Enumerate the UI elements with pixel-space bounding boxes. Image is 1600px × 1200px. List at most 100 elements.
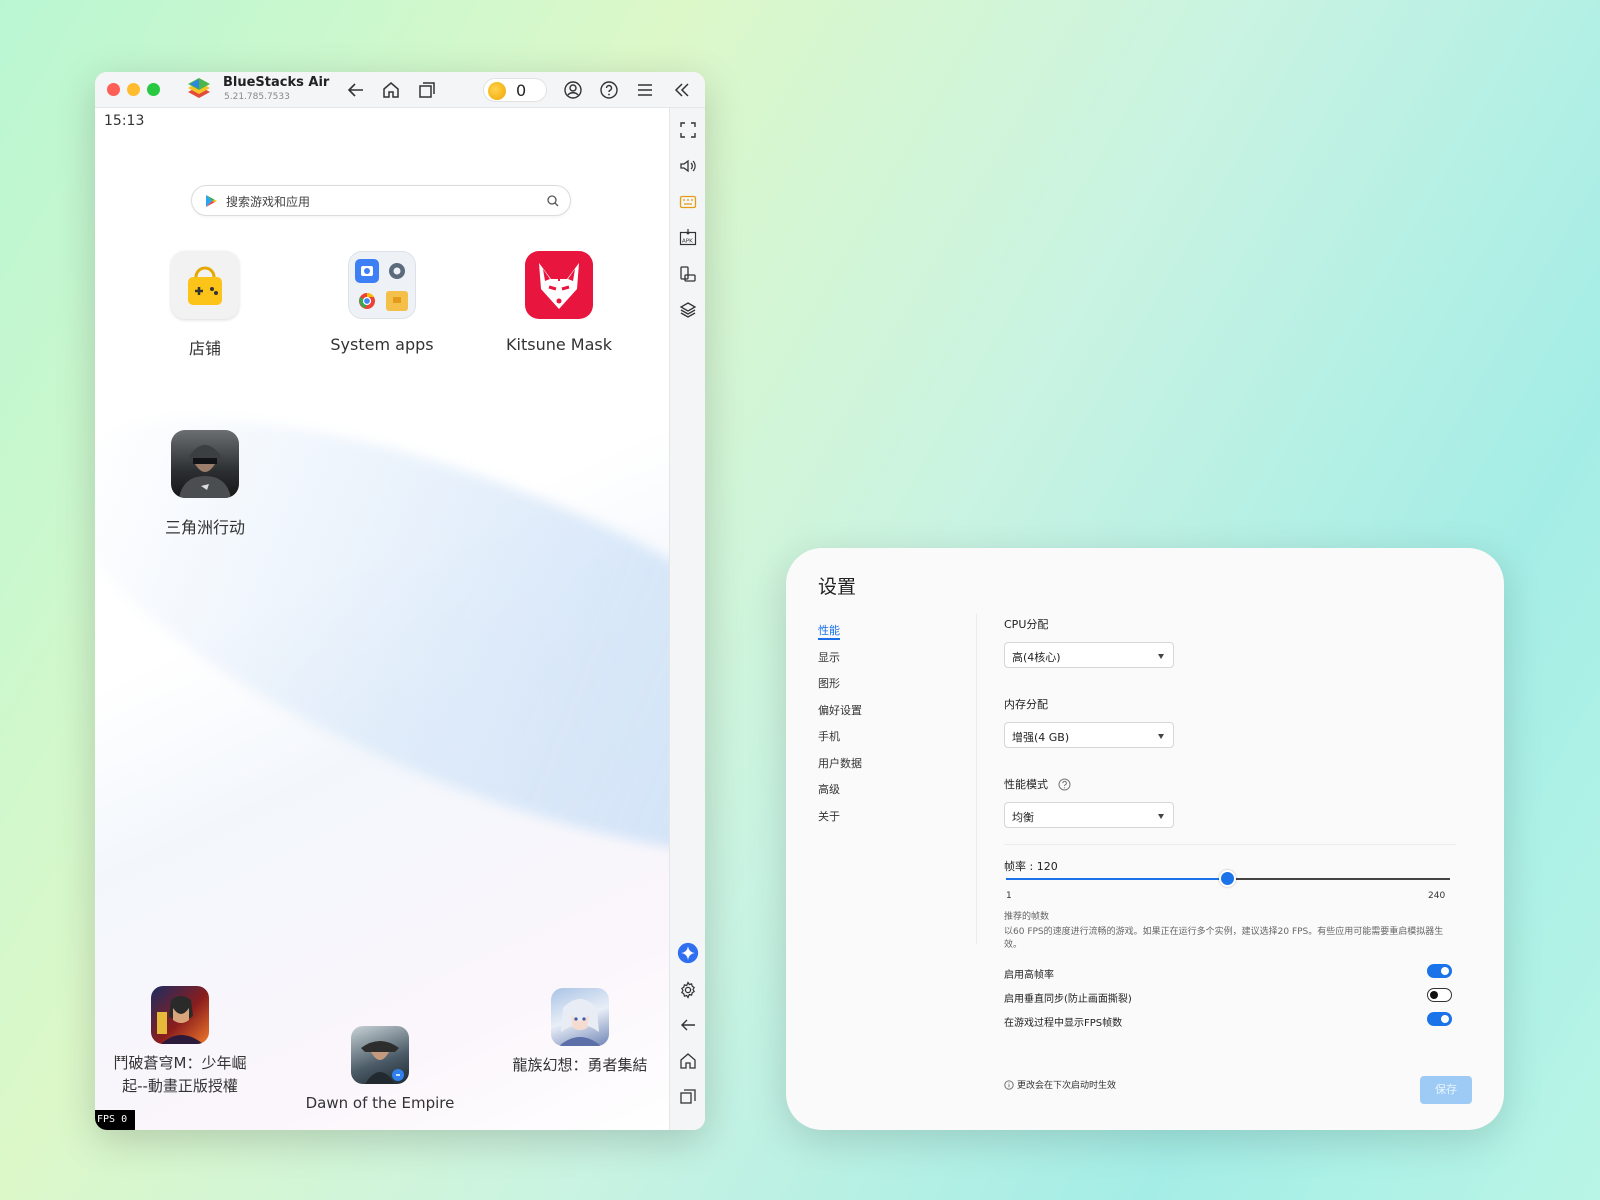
settings-nav: 性能 显示 图形 偏好设置 手机 用户数据 高级 关于: [818, 622, 862, 834]
framerate-label: 帧率 : 120: [1004, 860, 1058, 873]
account-icon[interactable]: [562, 79, 584, 101]
coin-count: 0: [516, 81, 527, 100]
app-delta-force[interactable]: 三角洲行动: [125, 430, 285, 538]
minimize-window-button[interactable]: [127, 83, 140, 96]
nav-preferences[interactable]: 偏好设置: [818, 702, 862, 729]
high-framerate-switch[interactable]: [1427, 964, 1452, 978]
rotate-device-icon[interactable]: [677, 263, 699, 285]
recommended-text: 以60 FPS的速度进行流畅的游戏。如果正在运行多个实例，建议选择20 FPS。…: [1004, 927, 1444, 950]
search-icon[interactable]: [546, 194, 560, 208]
vsync-switch[interactable]: [1427, 988, 1452, 1002]
svg-text:APK: APK: [682, 239, 693, 245]
slider-min-label: 1: [1006, 891, 1012, 901]
app-label: System apps: [330, 335, 434, 354]
toggle-label: 启用垂直同步(防止画面撕裂): [1004, 994, 1132, 1005]
search-bar[interactable]: 搜索游戏和应用: [191, 185, 571, 216]
bluestacks-window: BlueStacks Air 5.21.785.7533 0 15:13 搜索游…: [95, 72, 705, 1130]
hot-game-dawn-of-the-empire[interactable]: Dawn of the Empire: [300, 1026, 460, 1115]
recent-apps-icon[interactable]: [416, 79, 438, 101]
chevron-down-icon: [1158, 734, 1164, 739]
back-icon[interactable]: [677, 1014, 699, 1036]
app-label: 店铺: [188, 339, 221, 358]
info-icon: [1004, 1080, 1014, 1090]
app-version: 5.21.785.7533: [224, 92, 290, 102]
show-fps-switch[interactable]: [1427, 1012, 1452, 1026]
settings-gear-icon[interactable]: [677, 979, 699, 1001]
settings-title: 设置: [818, 576, 857, 598]
status-time: 15:13: [104, 113, 145, 129]
wallpaper-swoosh: [95, 330, 669, 946]
slider-fill: [1006, 878, 1228, 880]
side-toolbar: APK: [669, 108, 705, 1130]
app-store[interactable]: 店铺: [125, 251, 285, 359]
bluestacks-logo-icon: [188, 78, 210, 98]
collapse-sidebar-icon[interactable]: [671, 79, 693, 101]
nav-graphics[interactable]: 图形: [818, 675, 862, 702]
recent-apps-icon[interactable]: [677, 1086, 699, 1108]
close-window-button[interactable]: [107, 83, 120, 96]
nav-user-data[interactable]: 用户数据: [818, 755, 862, 782]
nav-display[interactable]: 显示: [818, 649, 862, 676]
perf-mode-select[interactable]: 均衡: [1004, 802, 1174, 828]
save-button[interactable]: 保存: [1420, 1076, 1472, 1104]
nav-advanced[interactable]: 高级: [818, 781, 862, 808]
app-label: 三角洲行动: [164, 518, 245, 537]
doupo-game-icon: [151, 986, 209, 1044]
volume-icon[interactable]: [677, 155, 699, 177]
app-kitsune-mask[interactable]: Kitsune Mask: [479, 251, 639, 354]
help-icon[interactable]: [1058, 778, 1071, 791]
hot-game-label: 鬥破蒼穹M：少年崛起--動畫正版授權: [113, 1054, 247, 1095]
nav-divider: [976, 614, 977, 944]
cpu-select[interactable]: 高(4核心): [1004, 642, 1174, 668]
section-divider: [1004, 844, 1456, 845]
hot-game-label: Dawn of the Empire: [305, 1094, 455, 1112]
layers-icon[interactable]: [677, 299, 699, 321]
coin-icon: [488, 82, 506, 100]
framerate-slider[interactable]: [1006, 870, 1450, 887]
dawn-empire-icon: [351, 1026, 409, 1084]
hot-game-label: 龍族幻想：勇者集結: [512, 1056, 648, 1074]
store-bag-icon: [171, 251, 239, 319]
system-apps-folder-icon: [348, 251, 416, 319]
toggle-row-show-fps: 在游戏过程中显示FPS帧数: [1004, 1012, 1452, 1030]
help-icon[interactable]: [598, 79, 620, 101]
nav-about[interactable]: 关于: [818, 808, 862, 835]
back-icon[interactable]: [345, 79, 367, 101]
home-icon[interactable]: [677, 1050, 699, 1072]
perf-mode-label: 性能模式: [1004, 776, 1071, 792]
memory-select-value: 增强(4 GB): [1012, 731, 1070, 744]
ai-assistant-icon[interactable]: [677, 942, 699, 964]
perf-mode-select-value: 均衡: [1012, 811, 1034, 824]
fullscreen-icon[interactable]: [677, 119, 699, 141]
play-store-icon: [206, 195, 217, 207]
nav-performance[interactable]: 性能: [818, 622, 862, 649]
fps-overlay: FPS 0: [95, 1110, 135, 1130]
toggle-label: 启用高帧率: [1004, 970, 1054, 981]
home-icon[interactable]: [380, 79, 402, 101]
slider-thumb[interactable]: [1219, 870, 1237, 887]
hot-game-doupo[interactable]: 鬥破蒼穹M：少年崛起--動畫正版授權: [105, 986, 255, 1098]
dragon-fantasy-icon: [551, 988, 609, 1046]
toggle-row-high-framerate: 启用高帧率: [1004, 964, 1452, 982]
memory-select[interactable]: 增强(4 GB): [1004, 722, 1174, 748]
slider-max-label: 240: [1428, 891, 1446, 901]
hot-game-dragon-fantasy[interactable]: 龍族幻想：勇者集結: [500, 988, 660, 1077]
search-placeholder: 搜索游戏和应用: [226, 195, 311, 209]
menu-icon[interactable]: [634, 79, 656, 101]
settings-panel: 设置 性能 显示 图形 偏好设置 手机 用户数据 高级 关于 CPU分配 高(4…: [786, 548, 1504, 1130]
coin-balance[interactable]: 0: [483, 78, 547, 102]
memory-label: 内存分配: [1004, 698, 1048, 711]
toggle-label: 在游戏过程中显示FPS帧数: [1004, 1018, 1123, 1029]
app-system-apps[interactable]: System apps: [302, 251, 462, 354]
cpu-label: CPU分配: [1004, 618, 1049, 631]
kitsune-mask-icon: [525, 251, 593, 319]
app-name: BlueStacks Air: [223, 75, 330, 90]
toggle-row-vsync: 启用垂直同步(防止画面撕裂): [1004, 988, 1452, 1006]
chevron-down-icon: [1158, 814, 1164, 819]
zoom-window-button[interactable]: [147, 83, 160, 96]
keyboard-controls-icon[interactable]: [677, 191, 699, 213]
app-label: Kitsune Mask: [506, 335, 612, 354]
delta-force-icon: [171, 430, 239, 498]
nav-phone[interactable]: 手机: [818, 728, 862, 755]
install-apk-icon[interactable]: APK: [677, 227, 699, 249]
